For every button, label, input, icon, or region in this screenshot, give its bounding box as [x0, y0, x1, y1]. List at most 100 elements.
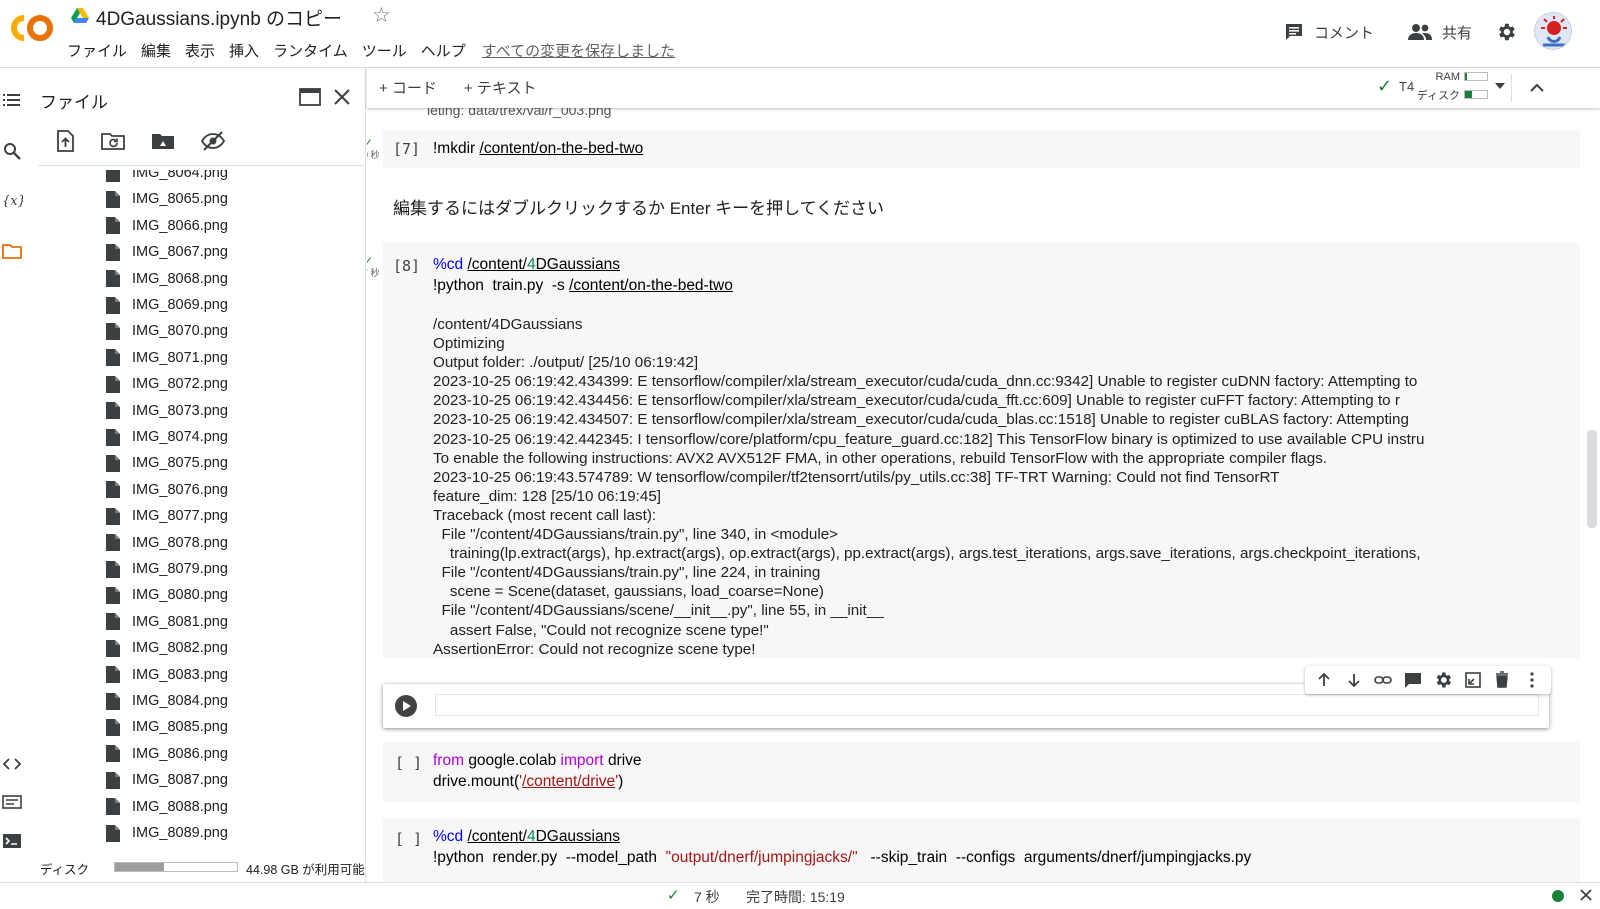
file-item[interactable]: IMG_8064.png — [106, 170, 228, 186]
notebook-title[interactable]: 4DGaussians.ipynb のコピー — [96, 4, 342, 31]
ram-usage-bar[interactable] — [1464, 72, 1488, 81]
menu-runtime[interactable]: ランタイム — [273, 40, 348, 62]
file-item[interactable]: IMG_8074.png — [106, 424, 228, 450]
code-cell-drive-mount[interactable]: [ ] from google.colab import drive drive… — [383, 742, 1580, 802]
command-palette-icon[interactable] — [1, 791, 23, 813]
comment-icon[interactable] — [1403, 670, 1423, 690]
file-name: IMG_8079.png — [132, 561, 228, 577]
mirror-cell-icon[interactable] — [1463, 670, 1483, 690]
file-name: IMG_8069.png — [132, 297, 228, 313]
file-item[interactable]: IMG_8070.png — [106, 318, 228, 344]
menu-view[interactable]: 表示 — [185, 40, 215, 62]
menu-help[interactable]: ヘルプ — [421, 40, 466, 62]
search-icon[interactable] — [1, 140, 23, 162]
file-name: IMG_8064.png — [132, 170, 228, 181]
file-item[interactable]: IMG_8085.png — [106, 714, 228, 740]
variables-icon[interactable]: {x} — [1, 189, 23, 211]
folder-icon[interactable] — [1, 240, 23, 262]
file-item[interactable]: IMG_8071.png — [106, 345, 228, 371]
file-panel: ファイル IMG_8064.png IMG_8065.png IMG_8066.… — [24, 68, 366, 882]
settings-gear-icon[interactable] — [1495, 21, 1517, 43]
file-item[interactable]: IMG_8069.png — [106, 292, 228, 318]
file-icon — [106, 507, 120, 525]
file-icon — [106, 771, 120, 789]
comment-button[interactable]: コメント — [1284, 20, 1374, 44]
settings-gear-icon[interactable] — [1433, 670, 1453, 690]
file-name: IMG_8065.png — [132, 191, 228, 208]
cell-code[interactable]: !mkdir /content/on-the-bed-two — [433, 138, 643, 159]
file-item[interactable]: IMG_8078.png — [106, 530, 228, 556]
file-item[interactable]: IMG_8080.png — [106, 582, 228, 608]
terminal-icon[interactable] — [1, 830, 23, 852]
delete-icon[interactable] — [1492, 670, 1512, 690]
file-item[interactable]: IMG_8083.png — [106, 662, 228, 688]
open-in-new-window-icon[interactable] — [298, 86, 322, 108]
file-item[interactable]: IMG_8073.png — [106, 398, 228, 424]
file-icon — [106, 718, 120, 736]
add-code-button[interactable]: + コード — [379, 77, 437, 98]
chevron-up-icon[interactable] — [1525, 76, 1549, 100]
close-panel-icon[interactable] — [330, 85, 354, 109]
previous-output-tail: leting: data/trex/val/r_003.png — [427, 108, 612, 118]
cell-code[interactable]: %cd /content/4DGaussians !python train.p… — [433, 254, 733, 296]
file-item[interactable]: IMG_8081.png — [106, 609, 228, 635]
file-item[interactable]: IMG_8089.png — [106, 820, 228, 846]
file-icon — [106, 481, 120, 499]
refresh-folder-icon[interactable] — [100, 128, 126, 154]
code-cell-7[interactable]: ✓0 秒 [7] !mkdir /content/on-the-bed-two — [367, 130, 1580, 168]
file-name: IMG_8074.png — [132, 429, 228, 445]
play-icon — [403, 701, 411, 711]
cell-code[interactable]: %cd /content/4DGaussians !python render.… — [433, 826, 1251, 868]
file-item[interactable]: IMG_8077.png — [106, 503, 228, 529]
file-item[interactable]: IMG_8088.png — [106, 794, 228, 820]
resources-dropdown-icon[interactable] — [1495, 83, 1505, 89]
file-item[interactable]: IMG_8065.png — [106, 186, 228, 212]
file-item[interactable]: IMG_8084.png — [106, 688, 228, 714]
file-icon — [106, 534, 120, 552]
toc-list-icon[interactable] — [1, 89, 23, 111]
close-icon[interactable] — [1578, 887, 1594, 903]
link-icon[interactable] — [1373, 670, 1393, 690]
file-icon — [106, 349, 120, 367]
cell-code[interactable]: from google.colab import drive drive.mou… — [433, 750, 642, 792]
menu-edit[interactable]: 編集 — [141, 40, 171, 62]
colab-logo[interactable] — [4, 12, 56, 44]
file-item[interactable]: IMG_8072.png — [106, 371, 228, 397]
arrow-up-icon[interactable] — [1314, 670, 1334, 690]
file-item[interactable]: IMG_8079.png — [106, 556, 228, 582]
menu-tools[interactable]: ツール — [362, 40, 407, 62]
file-item[interactable]: IMG_8087.png — [106, 767, 228, 793]
file-item[interactable]: IMG_8068.png — [106, 266, 228, 292]
upload-file-icon[interactable] — [52, 128, 78, 154]
code-editor[interactable] — [435, 694, 1539, 716]
star-icon[interactable]: ☆ — [372, 3, 391, 28]
code-cell-render[interactable]: [ ] %cd /content/4DGaussians !python ren… — [383, 818, 1580, 882]
hide-files-icon[interactable] — [200, 128, 226, 154]
markdown-cell-placeholder[interactable]: 編集するにはダブルクリックするか Enter キーを押してください — [393, 194, 884, 219]
menu-insert[interactable]: 挿入 — [229, 40, 259, 62]
output-line: training(lp.extract(args), hp.extract(ar… — [433, 545, 1421, 563]
file-item[interactable]: IMG_8066.png — [106, 213, 228, 239]
share-button[interactable]: 共有 — [1408, 20, 1472, 44]
user-avatar[interactable] — [1534, 12, 1572, 50]
more-vert-icon[interactable] — [1522, 670, 1542, 690]
run-cell-button[interactable] — [395, 695, 417, 717]
svg-text:{x}: {x} — [2, 194, 23, 209]
code-cell-8[interactable]: ✓7 秒 [8] %cd /content/4DGaussians !pytho… — [367, 243, 1580, 658]
menu-file[interactable]: ファイル — [67, 40, 127, 62]
file-item[interactable]: IMG_8082.png — [106, 635, 228, 661]
file-name: IMG_8089.png — [132, 825, 228, 841]
file-name: IMG_8068.png — [132, 270, 228, 287]
add-text-button[interactable]: + テキスト — [464, 77, 536, 98]
notebook-scrollbar[interactable] — [1587, 430, 1597, 528]
file-item[interactable]: IMG_8067.png — [106, 239, 228, 265]
file-icon — [106, 798, 120, 816]
mount-drive-icon[interactable] — [150, 128, 176, 154]
arrow-down-icon[interactable] — [1344, 670, 1364, 690]
file-item[interactable]: IMG_8075.png — [106, 450, 228, 476]
code-snippets-icon[interactable] — [1, 753, 23, 775]
save-status[interactable]: すべての変更を保存しました — [482, 40, 675, 62]
disk-resource-bar[interactable] — [1464, 90, 1488, 99]
file-item[interactable]: IMG_8076.png — [106, 477, 228, 503]
file-item[interactable]: IMG_8086.png — [106, 741, 228, 767]
